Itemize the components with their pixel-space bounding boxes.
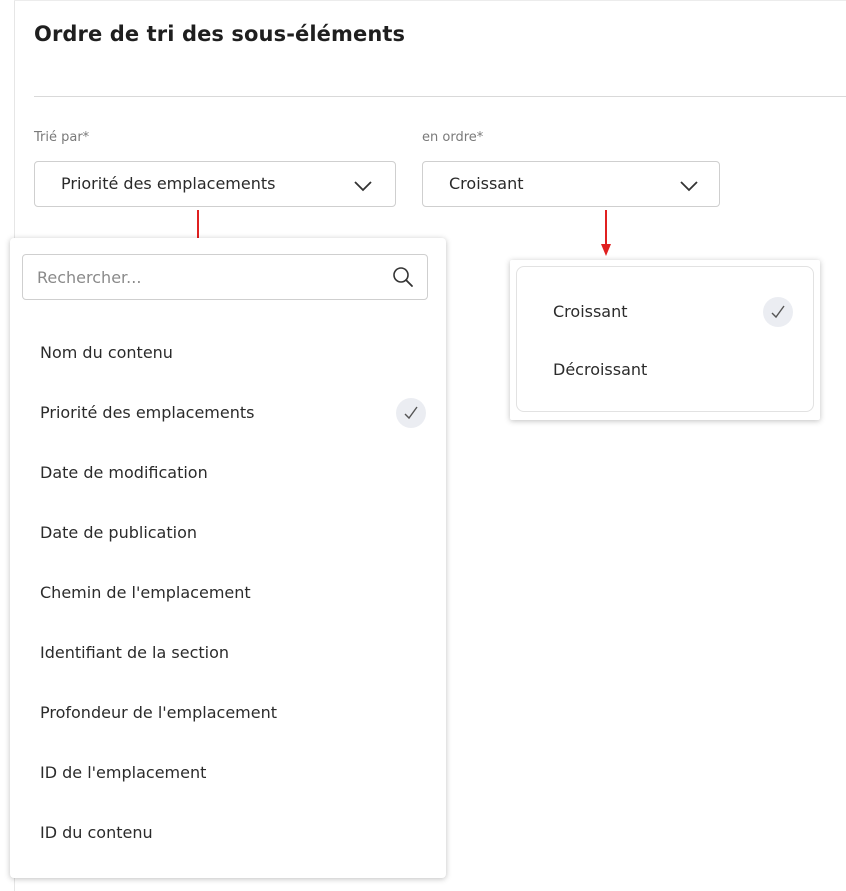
- option-label: Nom du contenu: [40, 343, 173, 362]
- sort-option-location-id[interactable]: ID de l'emplacement: [10, 754, 446, 794]
- section-title: Ordre de tri des sous-éléments: [34, 22, 406, 46]
- order-options-list: Croissant Décroissant: [516, 266, 814, 412]
- sort-by-select[interactable]: Priorité des emplacements: [34, 161, 396, 207]
- option-label: ID du contenu: [40, 823, 153, 842]
- check-icon: [763, 297, 793, 327]
- order-label: en ordre*: [422, 130, 484, 145]
- section-divider: [34, 96, 846, 97]
- order-option-descending[interactable]: Décroissant: [517, 351, 813, 391]
- option-label: Priorité des emplacements: [40, 403, 255, 422]
- sort-by-selected-value: Priorité des emplacements: [61, 174, 276, 193]
- option-label: Croissant: [553, 302, 628, 321]
- sort-option-location-depth[interactable]: Profondeur de l'emplacement: [10, 694, 446, 734]
- option-label: Date de publication: [40, 523, 198, 542]
- sort-option-location-path[interactable]: Chemin de l'emplacement: [10, 574, 446, 614]
- red-arrow-down-icon: [601, 210, 611, 256]
- option-label: Identifiant de la section: [40, 643, 230, 662]
- search-icon[interactable]: [391, 265, 415, 289]
- order-select[interactable]: Croissant: [422, 161, 720, 207]
- option-label: ID de l'emplacement: [40, 763, 207, 782]
- sort-by-label: Trié par*: [34, 130, 90, 145]
- sort-option-content-id[interactable]: ID du contenu: [10, 814, 446, 854]
- panel-top-border: [14, 0, 846, 1]
- sort-option-location-priority[interactable]: Priorité des emplacements: [10, 394, 446, 434]
- search-input[interactable]: [37, 264, 367, 290]
- order-option-ascending[interactable]: Croissant: [517, 293, 813, 333]
- option-label: Profondeur de l'emplacement: [40, 703, 277, 722]
- sort-option-section-identifier[interactable]: Identifiant de la section: [10, 634, 446, 674]
- search-field[interactable]: [22, 254, 428, 300]
- chevron-down-icon: [354, 181, 372, 192]
- sort-by-dropdown-menu: Nom du contenu Priorité des emplacements…: [10, 238, 446, 878]
- order-selected-value: Croissant: [449, 174, 524, 193]
- option-label: Décroissant: [553, 360, 648, 379]
- sort-option-modification-date[interactable]: Date de modification: [10, 454, 446, 494]
- order-dropdown-menu: Croissant Décroissant: [510, 260, 820, 420]
- sort-option-content-name[interactable]: Nom du contenu: [10, 334, 446, 374]
- check-icon: [396, 398, 426, 428]
- option-label: Date de modification: [40, 463, 208, 482]
- chevron-down-icon: [680, 181, 698, 192]
- option-label: Chemin de l'emplacement: [40, 583, 251, 602]
- settings-panel: Ordre de tri des sous-éléments Trié par*…: [0, 0, 846, 891]
- sort-option-publication-date[interactable]: Date de publication: [10, 514, 446, 554]
